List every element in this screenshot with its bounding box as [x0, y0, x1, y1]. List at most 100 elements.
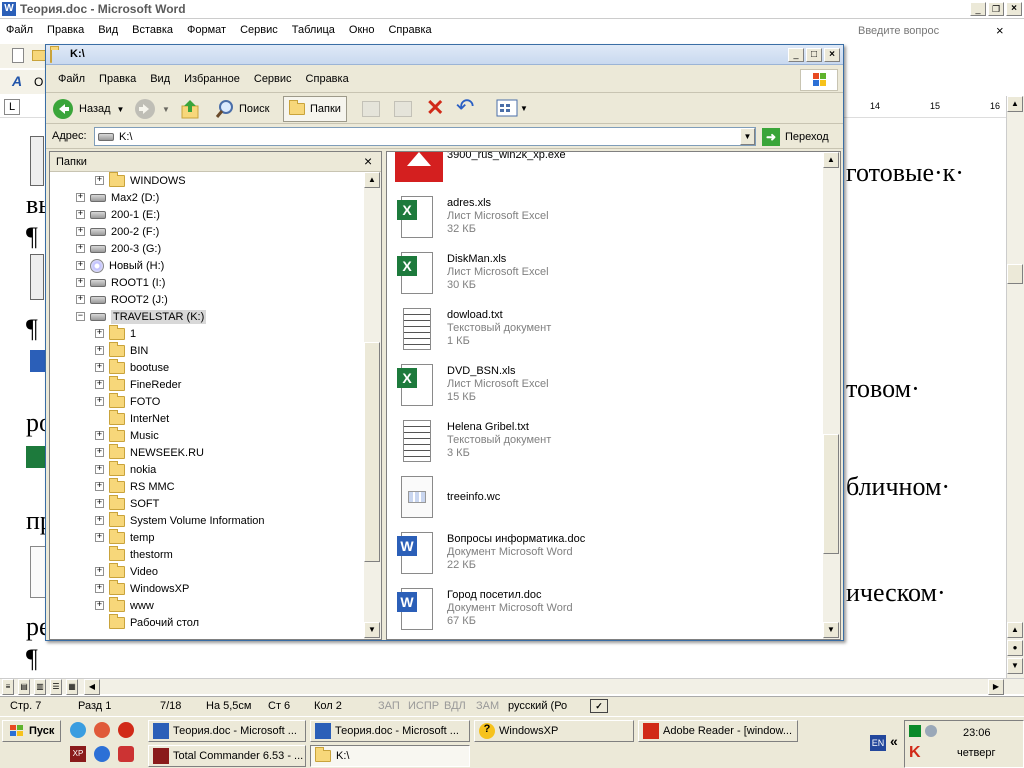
expand-icon[interactable]: +: [95, 397, 104, 406]
tree-item[interactable]: +thestorm: [95, 545, 173, 563]
file-item[interactable]: dowload.txt Текстовый документ 1 КБ: [395, 306, 551, 358]
word-menu-item[interactable]: Вставка: [132, 24, 173, 36]
tree-scroll-down-arrow[interactable]: ▼: [364, 622, 380, 638]
tree-item[interactable]: + NEWSEEK.RU: [95, 443, 204, 461]
search-button[interactable]: Поиск: [214, 97, 269, 121]
word-menu-item[interactable]: Файл: [6, 24, 33, 36]
move-to-icon[interactable]: [362, 101, 380, 117]
status-rec[interactable]: ЗАП: [378, 700, 400, 712]
tree-item[interactable]: + Music: [95, 426, 159, 444]
open-folder-icon[interactable]: [32, 50, 46, 61]
explorer-maximize-button[interactable]: □: [806, 48, 822, 62]
expand-icon[interactable]: +: [95, 499, 104, 508]
expand-icon[interactable]: +: [76, 295, 85, 304]
next-page-icon[interactable]: ▼: [1007, 658, 1023, 674]
language-indicator[interactable]: EN: [870, 735, 886, 751]
expand-icon[interactable]: +: [95, 482, 104, 491]
word-horizontal-scrollbar[interactable]: ≡ ▤ ▥ ☰ ▦ ◀ ▶: [0, 678, 1024, 695]
forward-button[interactable]: ▼: [134, 97, 170, 121]
tree-item[interactable]: +InterNet: [95, 409, 169, 427]
tree-item[interactable]: +Рабочий стол: [95, 613, 199, 631]
expand-icon[interactable]: +: [95, 516, 104, 525]
explorer-menu-item[interactable]: Избранное: [184, 73, 240, 85]
word-menu-item[interactable]: Сервис: [240, 24, 278, 36]
expand-icon[interactable]: +: [76, 278, 85, 287]
tree-item[interactable]: + Новый (H:): [76, 257, 164, 274]
styles-icon[interactable]: A: [12, 73, 22, 89]
address-dropdown-icon[interactable]: ▼: [740, 128, 755, 145]
task-windowsxp-help[interactable]: ? WindowsXP: [474, 720, 634, 742]
clock-time[interactable]: 23:06: [963, 727, 991, 739]
tree-item[interactable]: +200-3 (G:): [76, 240, 161, 257]
tray-expand-icon[interactable]: «: [890, 733, 898, 749]
tree-item[interactable]: − TRAVELSTAR (K:): [76, 308, 207, 325]
outline-view-icon[interactable]: ☰: [50, 679, 62, 695]
kaspersky-icon[interactable]: K: [909, 745, 921, 761]
reading-view-icon[interactable]: ▦: [66, 679, 78, 695]
expand-icon[interactable]: +: [95, 346, 104, 355]
word-menu-item[interactable]: Таблица: [292, 24, 335, 36]
collapse-icon[interactable]: −: [76, 312, 85, 321]
browse-object-icon[interactable]: ●: [1007, 640, 1023, 656]
explorer-menu-item[interactable]: Вид: [150, 73, 170, 85]
expand-icon[interactable]: +: [76, 227, 85, 236]
expand-icon[interactable]: +: [95, 431, 104, 440]
address-input[interactable]: K:\: [94, 127, 756, 146]
new-document-icon[interactable]: [12, 48, 24, 63]
copy-to-icon[interactable]: [394, 101, 412, 117]
expand-icon[interactable]: +: [95, 380, 104, 389]
word-close-button[interactable]: ×: [1006, 2, 1022, 16]
expand-icon[interactable]: +: [95, 584, 104, 593]
scroll-right-arrow[interactable]: ▶: [988, 679, 1004, 695]
expand-icon[interactable]: +: [95, 363, 104, 372]
expand-icon[interactable]: +: [76, 244, 85, 253]
task-word-1[interactable]: Теория.doc - Microsoft ...: [148, 720, 306, 742]
file-item[interactable]: treeinfo.wc: [395, 474, 500, 526]
file-item[interactable]: X DiskMan.xls Лист Microsoft Excel 30 КБ: [395, 250, 549, 302]
explorer-menu-item[interactable]: Файл: [58, 73, 85, 85]
expand-icon[interactable]: +: [95, 533, 104, 542]
file-item[interactable]: 3900_rus_win2k_xp.exe: [395, 152, 566, 196]
folders-button[interactable]: Папки: [283, 96, 347, 122]
expand-icon[interactable]: +: [95, 465, 104, 474]
scroll-thumb[interactable]: [1007, 264, 1023, 284]
file-item[interactable]: W Город посетил.doc Документ Microsoft Wor…: [395, 586, 573, 638]
files-scroll-thumb[interactable]: [823, 434, 839, 554]
quicklaunch-ie-icon[interactable]: [94, 746, 110, 762]
expand-icon[interactable]: +: [95, 601, 104, 610]
spelling-status-icon[interactable]: ✓: [590, 699, 608, 713]
expand-icon[interactable]: +: [95, 448, 104, 457]
prev-page-icon[interactable]: ▲: [1007, 622, 1023, 638]
style-box-fragment[interactable]: О: [34, 75, 43, 89]
file-item[interactable]: Helena Gribel.txt Текстовый документ 3 КБ: [395, 418, 551, 470]
word-menu-item[interactable]: Окно: [349, 24, 375, 36]
quicklaunch-app-icon[interactable]: [118, 746, 134, 762]
web-view-icon[interactable]: ▤: [18, 679, 30, 695]
word-menu-item[interactable]: Формат: [187, 24, 226, 36]
explorer-menu-item[interactable]: Правка: [99, 73, 136, 85]
tree-item[interactable]: + bootuse: [95, 358, 169, 376]
expand-icon[interactable]: +: [95, 176, 104, 185]
quicklaunch-acrobat-icon[interactable]: [118, 722, 134, 738]
tree-item[interactable]: + nokia: [95, 460, 156, 478]
go-button[interactable]: ➜ Переход: [762, 127, 829, 147]
explorer-close-button[interactable]: ×: [824, 48, 840, 62]
tree-scroll-thumb[interactable]: [364, 342, 380, 562]
tree-item[interactable]: + FineReder: [95, 375, 181, 393]
help-question-input[interactable]: Введите вопрос: [855, 23, 985, 39]
views-dropdown-icon[interactable]: ▼: [520, 104, 528, 113]
tree-item[interactable]: + BIN: [95, 341, 148, 359]
tree-item[interactable]: +200-1 (E:): [76, 206, 160, 223]
back-dropdown-icon[interactable]: ▼: [117, 105, 125, 114]
files-scroll-up-arrow[interactable]: ▲: [823, 152, 839, 168]
tree-item[interactable]: + www: [95, 596, 154, 614]
tray-volume-icon[interactable]: [925, 725, 937, 737]
tree-item[interactable]: + RS MMC: [95, 477, 175, 495]
expand-icon[interactable]: +: [95, 567, 104, 576]
quicklaunch-network-icon[interactable]: [70, 722, 86, 738]
explorer-minimize-button[interactable]: _: [788, 48, 804, 62]
tree-item[interactable]: + System Volume Information: [95, 511, 265, 529]
word-menu-item[interactable]: Правка: [47, 24, 84, 36]
tree-item[interactable]: + Max2 (D:): [76, 189, 159, 206]
file-item[interactable]: Xadres.xls Лист Microsoft Excel 32 КБ: [395, 194, 549, 246]
